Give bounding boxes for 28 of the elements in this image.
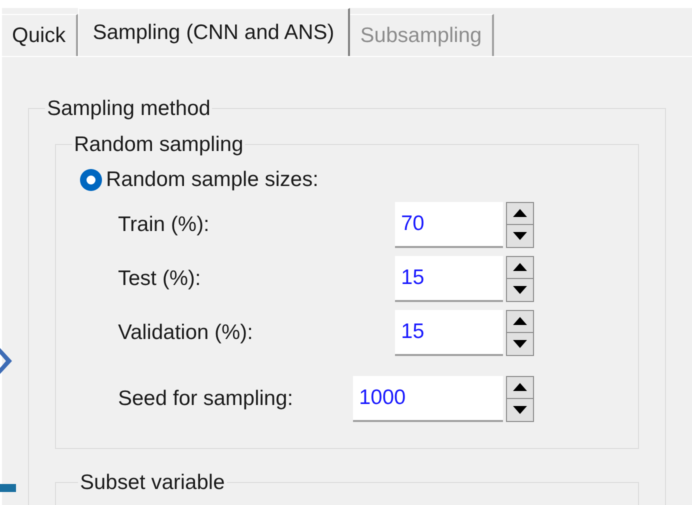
field-label: Train (%): <box>118 212 210 238</box>
number-field[interactable]: 70 <box>395 202 503 248</box>
number-field[interactable]: 15 <box>395 310 503 356</box>
number-field[interactable]: 15 <box>395 256 503 302</box>
chevron-right-icon <box>0 348 12 374</box>
group-title: Sampling method <box>46 96 212 122</box>
tab[interactable]: Sampling (CNN and ANS) <box>78 8 350 56</box>
spin-buttons[interactable] <box>506 202 534 248</box>
down-arrow-icon <box>513 406 527 414</box>
radio-button[interactable] <box>80 168 102 191</box>
spin-buttons[interactable] <box>506 256 534 302</box>
down-arrow-icon <box>513 232 527 240</box>
up-arrow-icon <box>513 317 527 326</box>
spin-buttons[interactable] <box>506 376 534 422</box>
number-field[interactable]: 1000 <box>353 376 503 422</box>
up-arrow-icon <box>513 383 527 392</box>
field-label: Test (%): <box>118 266 201 292</box>
up-arrow-icon <box>513 263 527 272</box>
down-arrow-icon <box>513 340 527 348</box>
field-label: Validation (%): <box>118 320 254 346</box>
down-arrow-icon <box>513 286 527 294</box>
spin-buttons[interactable] <box>506 310 534 356</box>
accent-bar <box>0 484 16 492</box>
field-label: Seed for sampling: <box>118 386 294 412</box>
radio-option[interactable]: Random sample sizes: <box>80 164 534 196</box>
group-title: Subset variable <box>79 470 226 496</box>
group-title: Random sampling <box>73 132 244 158</box>
up-arrow-icon <box>513 209 527 218</box>
